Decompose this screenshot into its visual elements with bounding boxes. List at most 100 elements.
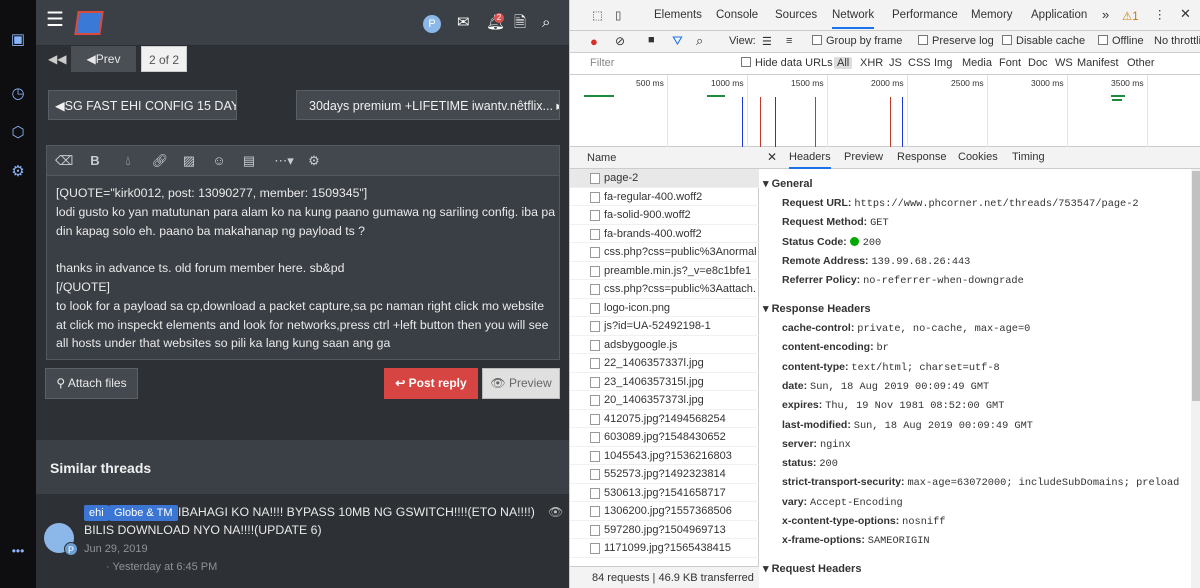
gear-icon[interactable]: ⚙: [305, 152, 323, 170]
waterfall-view-icon[interactable]: ≡: [786, 35, 792, 47]
request-row[interactable]: css.php?css=public%3Anormal: [570, 243, 759, 262]
media-icon[interactable]: ▤: [240, 152, 258, 170]
general-section-title[interactable]: ▾ General: [763, 177, 813, 190]
site-logo[interactable]: [74, 11, 104, 35]
type-doc[interactable]: Doc: [1028, 57, 1048, 69]
detail-tab-cookies[interactable]: Cookies: [958, 151, 998, 163]
detail-tab-response[interactable]: Response: [897, 151, 947, 163]
eraser-icon[interactable]: ⌫: [55, 152, 73, 170]
pager-first-button[interactable]: ◀◀: [48, 46, 66, 72]
link-icon[interactable]: 🔗︎: [151, 152, 169, 170]
tab-sources[interactable]: Sources: [775, 9, 817, 21]
record-icon[interactable]: ●: [590, 34, 598, 49]
request-row[interactable]: adsbygoogle.js: [570, 336, 759, 354]
kebab-menu-icon[interactable]: ⋮: [1154, 7, 1166, 21]
detail-tab-headers[interactable]: Headers: [789, 151, 831, 169]
document-icon[interactable]: 🗎: [514, 14, 526, 32]
filter-icon[interactable]: ⛛: [672, 33, 683, 49]
inspect-icon[interactable]: ⬚: [592, 8, 603, 22]
twitch-icon[interactable]: ▣: [9, 31, 27, 49]
preview-button[interactable]: 👁︎ Preview: [482, 368, 560, 399]
warning-count[interactable]: ⚠1: [1122, 9, 1139, 23]
user-avatar[interactable]: P: [423, 15, 441, 33]
request-row[interactable]: page-2: [570, 169, 759, 188]
type-manifest[interactable]: Manifest: [1077, 57, 1119, 69]
request-headers-title[interactable]: ▾ Request Headers: [763, 562, 861, 575]
request-row[interactable]: fa-brands-400.woff2: [570, 225, 759, 243]
tab-performance[interactable]: Performance: [892, 9, 958, 21]
request-row[interactable]: 1306200.jpg?1557368506: [570, 502, 759, 521]
tab-application[interactable]: Application: [1031, 9, 1087, 21]
editor-content[interactable]: [QUOTE="kirk0012, post: 13090277, member…: [56, 184, 556, 353]
request-row[interactable]: 22_1406357337l.jpg: [570, 354, 759, 373]
tab-network[interactable]: Network: [832, 9, 875, 29]
request-row[interactable]: preamble.min.js?_v=e8c1bfe1: [570, 262, 759, 280]
tab-memory[interactable]: Memory: [971, 9, 1013, 21]
search-icon[interactable]: ⌕: [696, 33, 703, 49]
detail-tab-preview[interactable]: Preview: [844, 151, 883, 163]
settings-icon[interactable]: ⚙: [9, 163, 27, 181]
request-row[interactable]: 20_1406357373l.jpg: [570, 391, 759, 410]
request-row[interactable]: js?id=UA-52492198-1: [570, 317, 759, 336]
pager-prev-button[interactable]: ◀Prev: [71, 46, 136, 72]
type-font[interactable]: Font: [999, 57, 1021, 69]
request-row[interactable]: css.php?css=public%3Aattach.: [570, 280, 759, 299]
more-icon[interactable]: •••: [9, 542, 27, 560]
request-row[interactable]: 597280.jpg?1504969713: [570, 521, 759, 539]
type-other[interactable]: Other: [1127, 57, 1155, 69]
smiley-icon[interactable]: ☺: [210, 152, 228, 170]
image-icon[interactable]: ▨: [180, 152, 198, 170]
mail-icon[interactable]: ✉: [457, 14, 470, 32]
request-row[interactable]: 1171099.jpg?1565438415: [570, 539, 759, 558]
request-row[interactable]: 1045543.jpg?1536216803: [570, 447, 759, 465]
type-css[interactable]: CSS: [908, 57, 931, 69]
response-headers-title[interactable]: ▾ Response Headers: [763, 302, 871, 315]
cube-icon[interactable]: ⬡: [9, 124, 27, 142]
type-all[interactable]: All: [834, 57, 853, 69]
clear-icon[interactable]: ⊘: [615, 34, 625, 48]
request-row[interactable]: 552573.jpg?1492323814: [570, 465, 759, 484]
detail-scroll-thumb[interactable]: [1192, 171, 1200, 401]
offline-checkbox[interactable]: Offline: [1098, 35, 1144, 47]
more-options-icon[interactable]: ⋯▾: [269, 152, 299, 170]
request-row[interactable]: fa-solid-900.woff2: [570, 206, 759, 225]
camera-icon[interactable]: ■: [648, 34, 655, 46]
post-reply-button[interactable]: ↩ Post reply: [384, 368, 478, 399]
list-view-icon[interactable]: ☰: [762, 35, 772, 48]
request-row[interactable]: 23_1406357315l.jpg: [570, 373, 759, 391]
history-icon[interactable]: ◷: [9, 85, 27, 103]
more-tabs-button[interactable]: »: [1102, 7, 1109, 22]
close-devtools-icon[interactable]: ✕: [1180, 6, 1191, 22]
type-js[interactable]: JS: [889, 57, 902, 69]
name-column-header[interactable]: Name: [570, 147, 759, 169]
filter-input[interactable]: Filter: [590, 57, 614, 69]
device-toggle-icon[interactable]: ▯: [615, 8, 621, 22]
tab-console[interactable]: Console: [716, 9, 758, 21]
network-timeline[interactable]: 500 ms 1000 ms 1500 ms 2000 ms 2500 ms 3…: [570, 75, 1200, 147]
preserve-log-checkbox[interactable]: Preserve log: [918, 35, 994, 47]
last-poster-avatar[interactable]: P: [64, 542, 78, 556]
group-by-frame-checkbox[interactable]: Group by frame: [812, 35, 902, 47]
bold-icon[interactable]: B: [86, 152, 104, 170]
throttling-select[interactable]: No throttli: [1154, 35, 1200, 47]
request-row[interactable]: logo-icon.png: [570, 299, 759, 317]
type-img[interactable]: Img: [934, 57, 952, 69]
hamburger-menu-icon[interactable]: ☰: [46, 10, 64, 30]
color-drop-icon[interactable]: 💧︎: [119, 152, 137, 170]
next-thread-link[interactable]: 30days premium +LIFETIME iwantv.nêtflix.…: [296, 90, 560, 120]
request-row[interactable]: 603089.jpg?1548430652: [570, 428, 759, 447]
request-row[interactable]: fa-regular-400.woff2: [570, 188, 759, 206]
search-icon[interactable]: ⌕: [542, 14, 550, 32]
tab-elements[interactable]: Elements: [654, 9, 702, 21]
type-xhr[interactable]: XHR: [860, 57, 883, 69]
type-media[interactable]: Media: [962, 57, 992, 69]
close-detail-icon[interactable]: ✕: [767, 150, 777, 164]
disable-cache-checkbox[interactable]: Disable cache: [1002, 35, 1085, 47]
request-row[interactable]: 530613.jpg?1541658717: [570, 484, 759, 502]
type-ws[interactable]: WS: [1055, 57, 1073, 69]
request-row[interactable]: 412075.jpg?1494568254: [570, 410, 759, 428]
prev-thread-link[interactable]: ◀SG FAST EHI CONFIG 15 DAYS: [48, 90, 237, 120]
attach-files-button[interactable]: ⚲ Attach files: [45, 368, 138, 399]
detail-tab-timing[interactable]: Timing: [1012, 151, 1045, 163]
last-post-time[interactable]: · Yesterday at 6:45 PM: [106, 561, 217, 573]
